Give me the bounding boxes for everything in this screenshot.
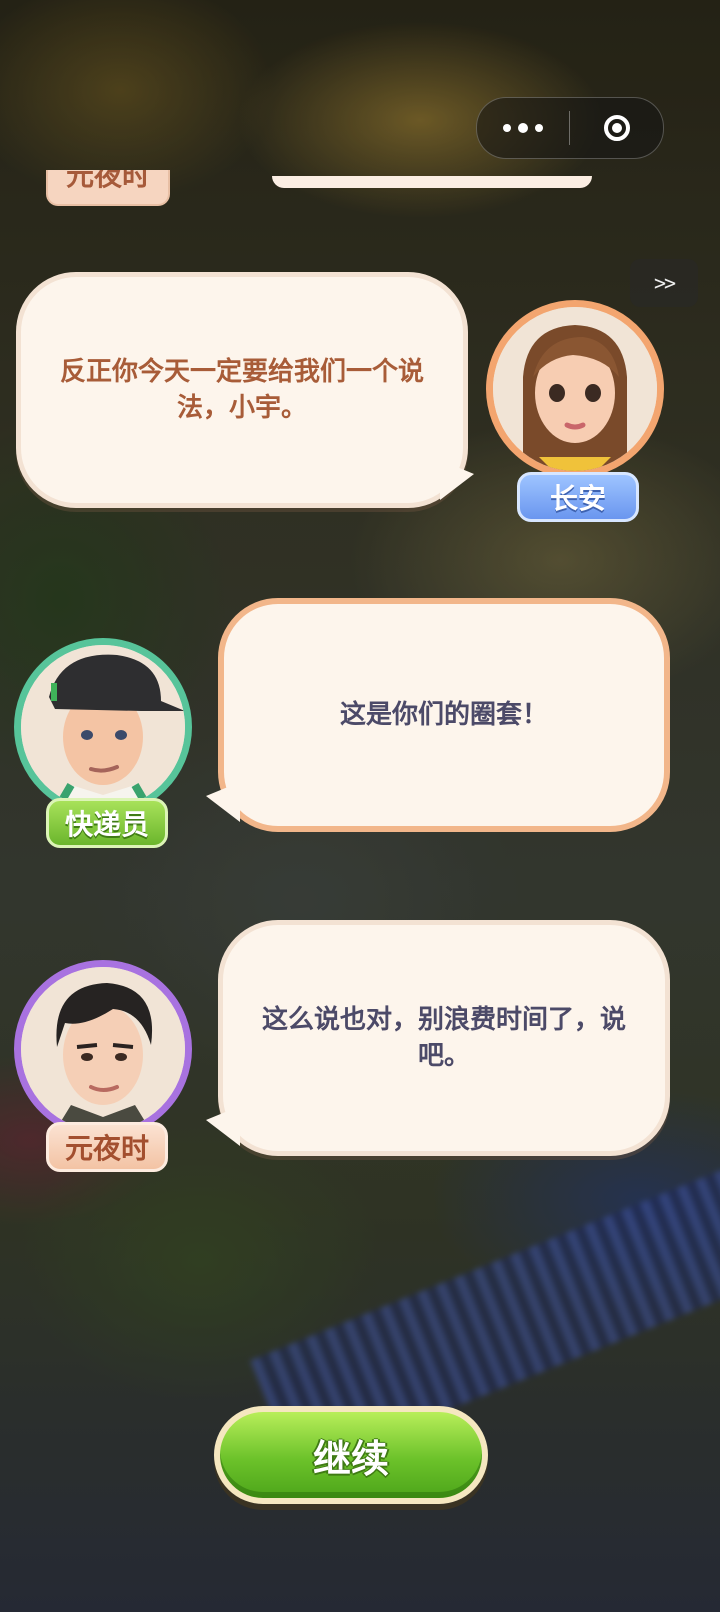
previous-speaker-name: 元夜时 [65, 170, 150, 192]
target-icon [603, 115, 630, 141]
more-button[interactable] [477, 98, 569, 158]
skip-button[interactable]: >> [630, 259, 698, 307]
speaker-nameplate-courier: 快递员 [46, 798, 168, 848]
dialogue-text: 这是你们的圈套！ [339, 700, 548, 730]
speech-bubble-tail [206, 782, 240, 822]
ellipsis-icon [503, 124, 511, 132]
miniprogram-capsule [476, 97, 664, 159]
avatar-changan [486, 300, 664, 478]
previous-speaker-nameplate: 元夜时 [46, 170, 170, 206]
previous-speech-bubble [272, 176, 592, 188]
speech-bubble-tail [440, 460, 474, 500]
speech-bubble-yuanyeshi: 这么说也对，别浪费时间了，说吧。 [218, 920, 670, 1156]
speaker-nameplate-changan: 长安 [517, 472, 639, 522]
close-miniprogram-button[interactable] [570, 115, 663, 141]
avatar-courier [14, 638, 192, 816]
speech-bubble-courier: 这是你们的圈套！ [218, 598, 670, 832]
speech-bubble-changan: 反正你今天一定要给我们一个说法，小宇。 [16, 272, 468, 508]
dialogue-text: 这么说也对，别浪费时间了，说吧。 [261, 1005, 626, 1071]
continue-button[interactable]: 继续 [214, 1406, 488, 1504]
avatar-yuanyeshi [14, 960, 192, 1138]
speaker-nameplate-yuanyeshi: 元夜时 [46, 1122, 168, 1172]
speech-bubble-tail [206, 1106, 240, 1146]
dialogue-text: 反正你今天一定要给我们一个说法，小宇。 [59, 357, 424, 423]
